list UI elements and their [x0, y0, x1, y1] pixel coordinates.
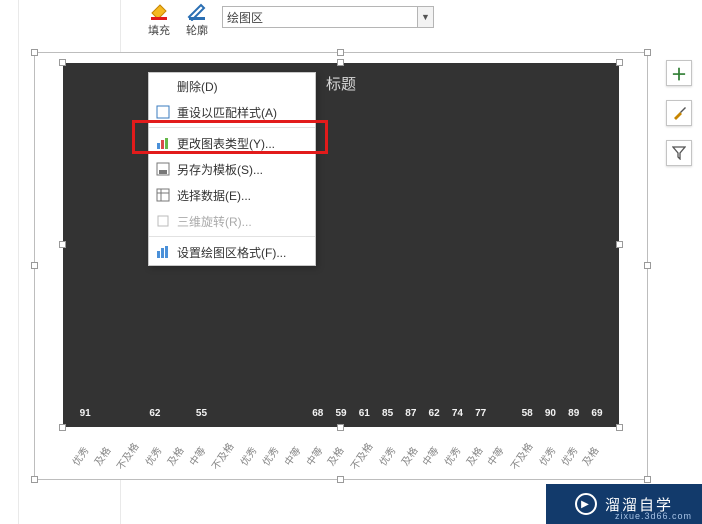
resize-handle[interactable] — [337, 476, 344, 483]
watermark: ▶ 溜溜自学 zixue.3d66.com — [546, 484, 702, 524]
chart-element-dropdown[interactable]: ▼ — [418, 6, 434, 28]
resize-handle[interactable] — [644, 476, 651, 483]
fill-button[interactable]: 填充 — [140, 0, 178, 38]
menu-change-chart-type[interactable]: 更改图表类型(Y)... — [149, 130, 315, 156]
save-template-icon — [155, 161, 171, 177]
play-icon: ▶ — [575, 493, 597, 515]
resize-handle[interactable] — [31, 476, 38, 483]
menu-select-data[interactable]: 选择数据(E)... — [149, 182, 315, 208]
bar-value-label: 87 — [405, 408, 416, 419]
reset-style-icon — [155, 104, 171, 120]
chart-filters-button[interactable] — [666, 140, 692, 166]
watermark-site: zixue.3d66.com — [615, 511, 692, 521]
paint-bucket-icon — [146, 2, 172, 22]
chart-styles-button[interactable] — [666, 100, 692, 126]
select-data-icon — [155, 187, 171, 203]
resize-handle[interactable] — [59, 241, 66, 248]
chart-object[interactable]: 标题 91 62 55 68 59 61 85 87 62 74 77 58 90 89 69 优秀及格不及… — [34, 52, 648, 480]
bar-value-label: 61 — [359, 408, 370, 419]
chart-title[interactable]: 标题 — [63, 73, 619, 94]
rotate-3d-icon — [155, 213, 171, 229]
bar-value-label: 91 — [80, 408, 91, 419]
resize-handle[interactable] — [59, 424, 66, 431]
chart-type-icon — [155, 135, 171, 151]
bar-value-label: 58 — [522, 408, 533, 419]
ribbon-chart-tools: 填充 轮廓 绘图区 ▼ — [140, 0, 620, 52]
resize-handle[interactable] — [31, 262, 38, 269]
fill-label: 填充 — [148, 22, 170, 38]
chart-side-tools: ＋ — [666, 60, 692, 166]
outline-button[interactable]: 轮廓 — [178, 0, 216, 38]
bar-value-label: 74 — [452, 408, 463, 419]
bar-value-label: 77 — [475, 408, 486, 419]
brush-icon — [671, 105, 687, 121]
menu-delete[interactable]: 删除(D) — [149, 73, 315, 99]
bar-value-label: 55 — [196, 408, 207, 419]
outline-label: 轮廓 — [186, 22, 208, 38]
resize-handle[interactable] — [644, 262, 651, 269]
resize-handle[interactable] — [59, 59, 66, 66]
bar-value-label: 85 — [382, 408, 393, 419]
menu-format-plot-area[interactable]: 设置绘图区格式(F)... — [149, 239, 315, 265]
bar-value-label: 89 — [568, 408, 579, 419]
resize-handle[interactable] — [616, 59, 623, 66]
funnel-icon — [672, 146, 686, 160]
menu-save-template[interactable]: 另存为模板(S)... — [149, 156, 315, 182]
bar-value-label: 69 — [591, 408, 602, 419]
plot-area[interactable]: 标题 91 62 55 68 59 61 85 87 62 74 77 58 90 89 69 — [63, 63, 619, 427]
format-plot-icon — [155, 244, 171, 260]
menu-reset-style[interactable]: 重设以匹配样式(A) — [149, 99, 315, 125]
pen-outline-icon — [184, 2, 210, 22]
bar-value-label: 68 — [312, 408, 323, 419]
resize-handle[interactable] — [31, 49, 38, 56]
resize-handle[interactable] — [644, 49, 651, 56]
bar-value-label: 59 — [335, 408, 346, 419]
blank-icon — [155, 78, 171, 94]
resize-handle[interactable] — [337, 49, 344, 56]
resize-handle[interactable] — [616, 241, 623, 248]
chart-element-selector[interactable]: 绘图区 — [222, 6, 418, 28]
resize-handle[interactable] — [337, 59, 344, 66]
bar-value-label: 62 — [149, 408, 160, 419]
x-axis: 优秀及格不及格优秀及格中等不及格优秀优秀中等中等及格不及格优秀及格中等优秀及格中… — [75, 429, 607, 475]
resize-handle[interactable] — [616, 424, 623, 431]
context-menu: 删除(D) 重设以匹配样式(A) 更改图表类型(Y)... 另存为模板(S)..… — [148, 72, 316, 266]
bar-value-label: 62 — [429, 408, 440, 419]
bar-value-label: 90 — [545, 408, 556, 419]
add-chart-element-button[interactable]: ＋ — [666, 60, 692, 86]
menu-3d-rotate: 三维旋转(R)... — [149, 208, 315, 234]
